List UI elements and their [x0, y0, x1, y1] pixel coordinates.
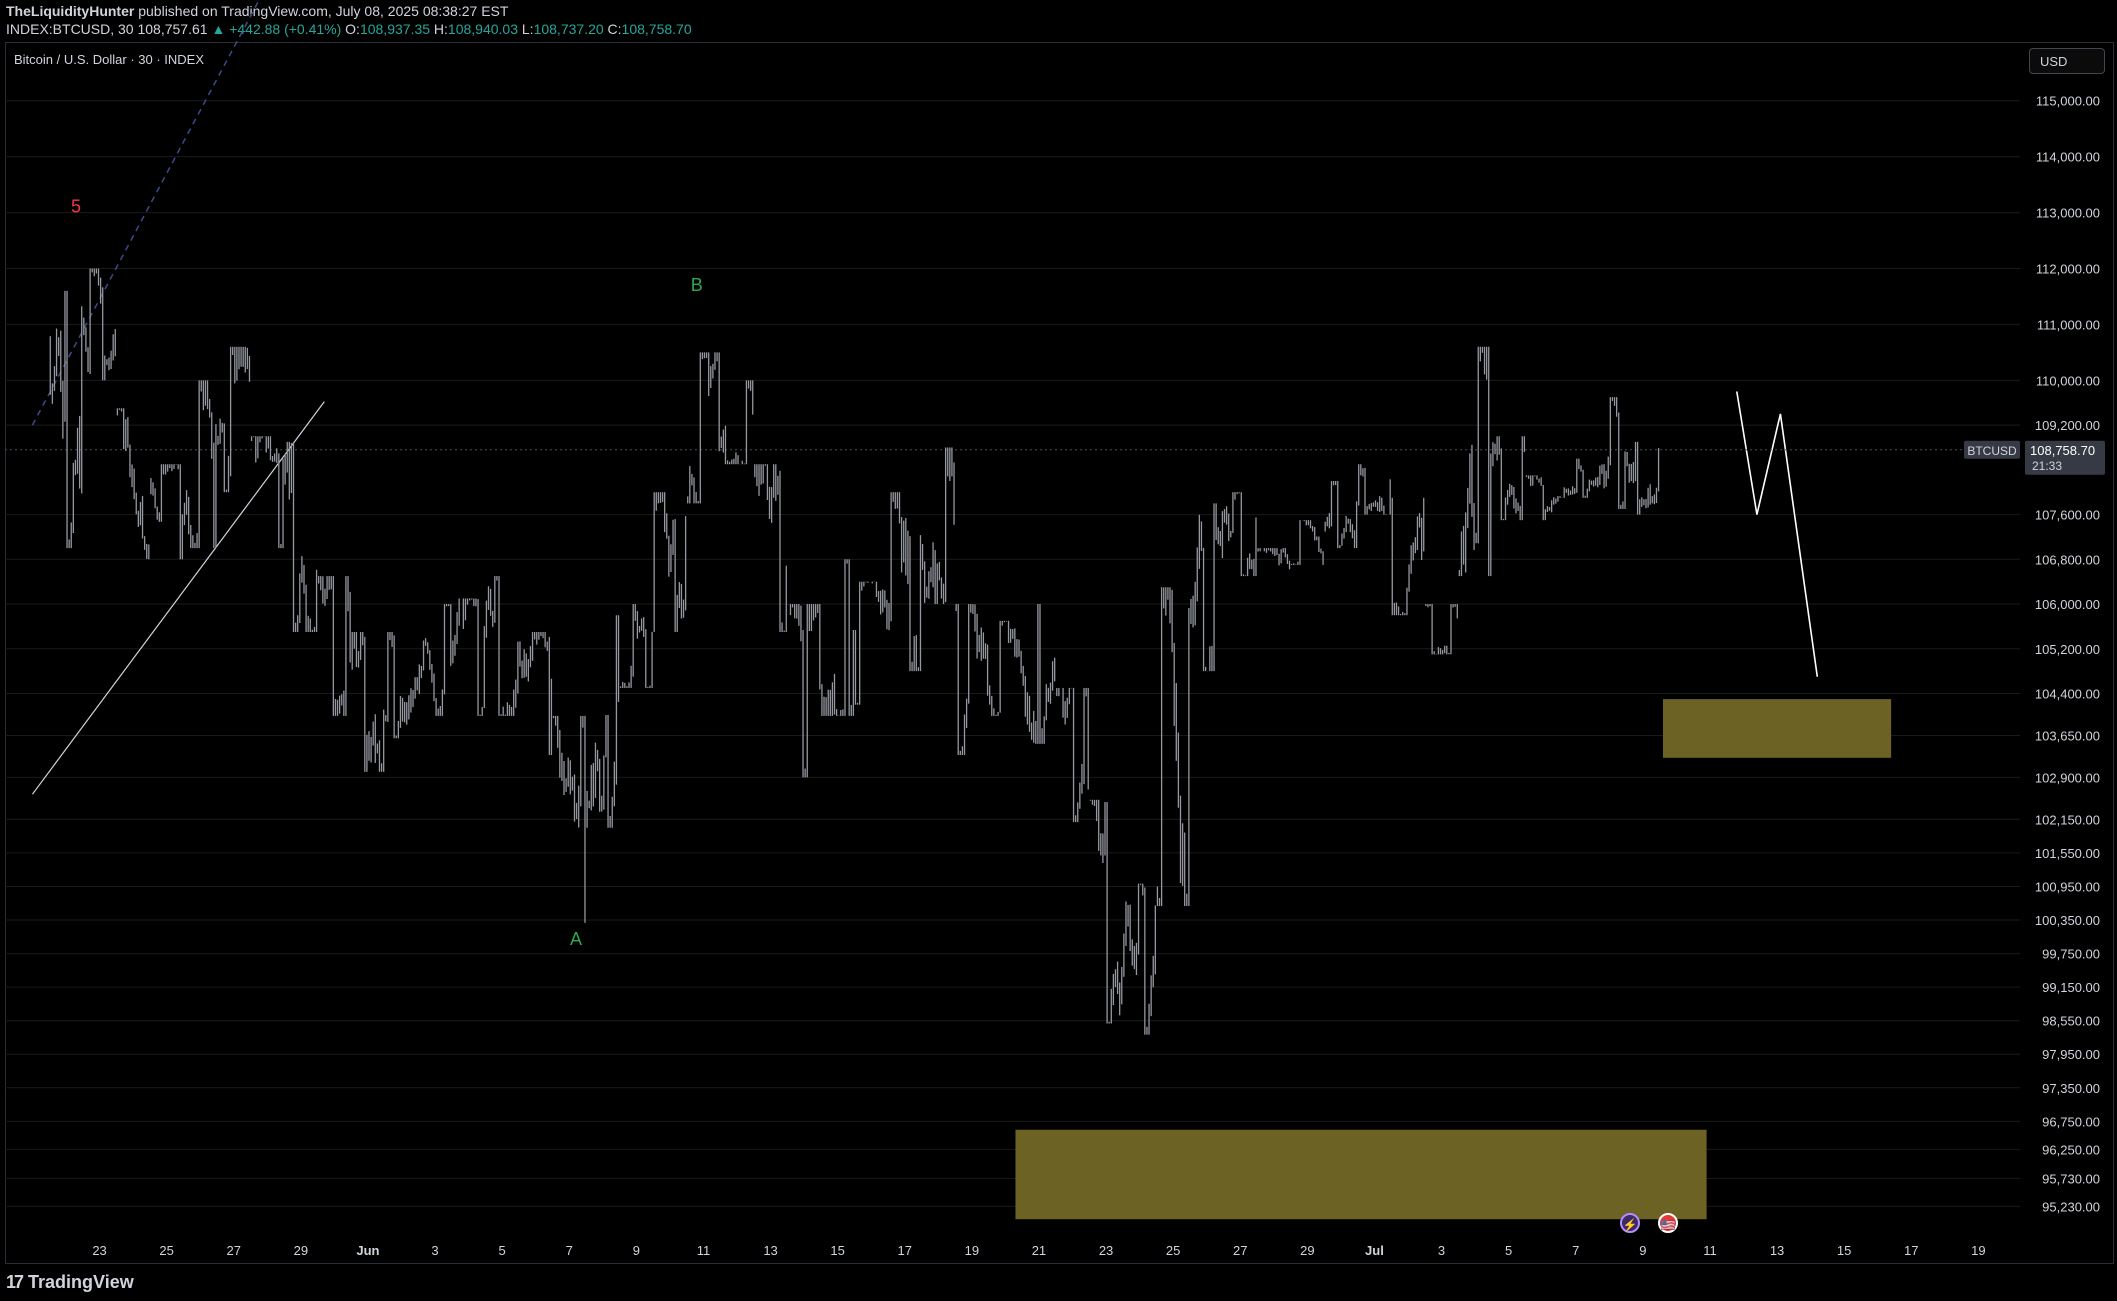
drawing-layer	[5, 0, 2020, 795]
y-tick-label: 95,730.00	[2042, 1171, 2100, 1186]
y-tick-label: 95,230.00	[2042, 1199, 2100, 1214]
tradingview-logo-text: TradingView	[28, 1272, 134, 1292]
x-tick-label: 9	[1639, 1243, 1646, 1258]
wave-label: B	[691, 275, 703, 295]
price-badge-value: 108,758.70	[2030, 443, 2095, 458]
y-tick-label: 105,200.00	[2035, 642, 2100, 657]
y-tick-label: 112,000.00	[2036, 261, 2100, 276]
x-tick-label: 25	[1166, 1243, 1180, 1258]
x-tick-label: 19	[1971, 1243, 1985, 1258]
wave-label: 5	[71, 197, 81, 217]
x-tick-label: 17	[898, 1243, 912, 1258]
y-tick-label: 100,950.00	[2035, 879, 2100, 894]
x-tick-label: 23	[92, 1243, 106, 1258]
x-tick-label: 7	[566, 1243, 573, 1258]
wave-label: A	[570, 929, 582, 949]
x-tick-label: 13	[1770, 1243, 1784, 1258]
target-zone	[1015, 1129, 1707, 1220]
label-layer: 5 B A BTCUSD 108,758.7021:33	[71, 197, 2105, 949]
y-tick-label: 103,650.00	[2035, 728, 2100, 743]
y-tick-label: 114,000.00	[2036, 150, 2100, 165]
y-tick-label: 113,000.00	[2036, 206, 2100, 221]
y-tick-label: 101,550.00	[2035, 846, 2100, 861]
x-tick-label: 19	[965, 1243, 979, 1258]
x-tick-label: 3	[1438, 1243, 1445, 1258]
x-tick-label: 9	[633, 1243, 640, 1258]
lightning-icon[interactable]: ⚡	[1620, 1213, 1640, 1233]
x-tick-label: 15	[830, 1243, 844, 1258]
y-tick-label: 106,000.00	[2035, 597, 2100, 612]
x-tick-label: 29	[1300, 1243, 1314, 1258]
grid-layer	[5, 100, 2020, 1207]
x-tick-label: 5	[1505, 1243, 1512, 1258]
y-tick-label: 102,150.00	[2035, 812, 2100, 827]
x-tick-label: 11	[1703, 1243, 1717, 1258]
x-tick-label: 25	[159, 1243, 173, 1258]
x-tick-label: 11	[697, 1243, 711, 1258]
y-tick-label: 97,950.00	[2042, 1047, 2100, 1062]
y-tick-label: 109,200.00	[2035, 418, 2100, 433]
y-tick-label: 98,550.00	[2042, 1014, 2100, 1029]
x-tick-label: Jul	[1365, 1243, 1384, 1258]
price-chart[interactable]: 115,000.00 114,000.00 113,000.00 112,000.00…	[0, 0, 2117, 1264]
y-tick-label: 97,350.00	[2042, 1081, 2100, 1096]
x-tick-label: 27	[1233, 1243, 1247, 1258]
y-tick-label: 104,400.00	[2035, 687, 2100, 702]
price-badge-countdown: 21:33	[2032, 459, 2062, 473]
x-tick-label: 7	[1572, 1243, 1579, 1258]
chart-title: Bitcoin / U.S. Dollar · 30 · INDEX	[14, 52, 204, 67]
y-tick-label: 96,250.00	[2042, 1142, 2100, 1157]
target-zone	[1662, 699, 1892, 758]
x-tick-label: 13	[763, 1243, 777, 1258]
x-tick-label: 3	[431, 1243, 438, 1258]
y-tick-label: 99,150.00	[2042, 980, 2100, 995]
x-tick-label: 27	[227, 1243, 241, 1258]
footer: 17 TradingView	[0, 1264, 2117, 1301]
x-tick-label: Jun	[356, 1243, 379, 1258]
y-tick-label: 99,750.00	[2042, 947, 2100, 962]
x-tick-label: 21	[1032, 1243, 1046, 1258]
y-tick-label: 107,600.00	[2035, 508, 2100, 523]
x-tick-label: 17	[1904, 1243, 1918, 1258]
y-tick-label: 102,900.00	[2035, 770, 2100, 785]
y-tick-label: 96,750.00	[2042, 1114, 2100, 1129]
currency-button[interactable]: USD	[2029, 48, 2105, 74]
x-tick-label: 5	[499, 1243, 506, 1258]
us-flag-icon[interactable]: 🇺🇸	[1658, 1213, 1678, 1233]
symbol-badge-label: BTCUSD	[1967, 444, 2017, 458]
y-tick-label: 111,000.00	[2037, 317, 2100, 332]
projection-path	[1736, 391, 1819, 677]
y-tick-label: 110,000.00	[2036, 373, 2100, 388]
x-tick-label: 15	[1837, 1243, 1851, 1258]
x-tick-label: 29	[294, 1243, 308, 1258]
y-tick-label: 100,350.00	[2035, 913, 2100, 928]
y-tick-label: 106,800.00	[2035, 552, 2100, 567]
tradingview-logo[interactable]: 17 TradingView	[6, 1272, 134, 1293]
tradingview-logo-icon: 17	[6, 1272, 24, 1292]
y-tick-label: 115,000.00	[2036, 94, 2100, 109]
x-tick-label: 23	[1099, 1243, 1113, 1258]
